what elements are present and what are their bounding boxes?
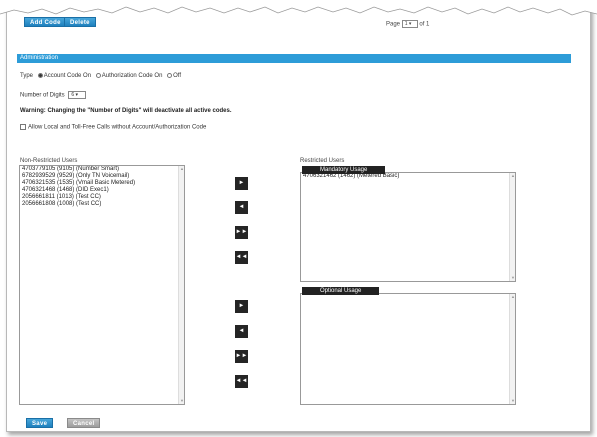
delete-button[interactable]: Delete [64,17,96,27]
move-right-button[interactable]: ► [235,177,248,190]
list-item[interactable]: 2056661811 (1013) (Test CC) [20,194,184,201]
page-label: Page [386,21,401,28]
move-all-left-button[interactable]: ◄◄ [235,375,248,388]
cancel-button[interactable]: Cancel [67,418,101,428]
scrollbar[interactable]: ▲ ▼ [178,166,184,404]
save-button[interactable]: Save [26,418,54,428]
scroll-up-icon[interactable]: ▲ [511,174,515,178]
scroll-up-icon[interactable]: ▲ [511,295,515,299]
non-restricted-list[interactable]: 4703779105 (9105) (Number Smart) 6782939… [19,165,185,405]
move-all-left-button[interactable]: ◄◄ [235,251,248,264]
move-all-right-button[interactable]: ►► [235,226,248,239]
add-code-button[interactable]: Add Code [24,17,67,27]
section-title: Administration [17,54,571,63]
scroll-up-icon[interactable]: ▲ [180,167,184,171]
radio-authorization-code[interactable] [95,73,101,78]
radio-authorization-code-label: Authorization Code On [101,73,163,80]
type-label: Type [20,73,34,80]
scroll-down-icon[interactable]: ▼ [180,399,184,403]
scroll-down-icon[interactable]: ▼ [511,276,515,280]
page-of-label: of 1 [419,21,430,28]
list-item[interactable]: 2056661808 (1008) (Test CC) [20,201,184,208]
move-right-button[interactable]: ► [235,300,248,313]
list-item[interactable]: 4706321468 (1468) (DID Exec1) [20,187,184,194]
radio-account-code-label: Account Code On [43,73,92,80]
radio-account-code[interactable] [37,73,43,78]
optional-usage-label: Optional Usage [302,287,380,295]
mandatory-usage-label: Mandatory Usage [302,166,386,174]
list-item[interactable]: 4706321462 (1462) (Metered Basic) [301,173,515,180]
radio-off[interactable] [167,73,173,78]
type-row: Type Account Code On Authorization Code … [20,73,181,79]
move-left-button[interactable]: ◄ [235,325,248,338]
pager: Page 1 ▾ of 1 [386,20,429,28]
list-item[interactable]: 4706321535 (1535) (Vmail Basic Metered) [20,180,184,187]
move-all-right-button[interactable]: ►► [235,350,248,363]
allow-local-row: Allow Local and Toll-Free Calls without … [20,124,206,131]
digits-select[interactable]: 6 ▾ [68,91,87,99]
move-left-button[interactable]: ◄ [235,201,248,214]
digits-label: Number of Digits [20,92,65,99]
scrollbar[interactable]: ▲ ▼ [509,294,515,404]
mandatory-usage-list[interactable]: 4706321462 (1462) (Metered Basic) ▲ ▼ [300,172,516,282]
digits-value: 6 [71,92,75,98]
restricted-title: Restricted Users [300,158,345,164]
allow-local-checkbox[interactable] [20,124,26,130]
list-item[interactable]: 4703779105 (9105) (Number Smart) [20,166,184,173]
non-restricted-title: Non-Restricted Users [20,158,78,164]
scroll-down-icon[interactable]: ▼ [511,399,515,403]
page-select[interactable]: 1 ▾ [401,20,418,28]
allow-local-label: Allow Local and Toll-Free Calls without … [28,124,207,131]
digits-row: Number of Digits 6 ▾ [20,91,87,99]
optional-usage-list[interactable]: ▲ ▼ [300,293,516,405]
list-item[interactable]: 6782939529 (9529) (Only TN Voicemail) [20,173,184,180]
page-value: 1 [404,21,408,27]
digits-warning: Warning: Changing the "Number of Digits"… [20,108,232,114]
radio-off-label: Off [173,73,182,80]
scrollbar[interactable]: ▲ ▼ [509,173,515,281]
